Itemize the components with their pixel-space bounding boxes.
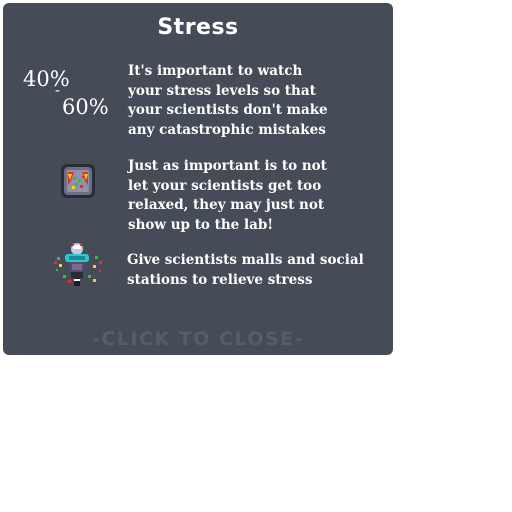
section-social-text: Give scientists malls and social station… (127, 252, 364, 288)
click-to-close-button[interactable]: -CLICK TO CLOSE- (3, 328, 393, 350)
stress-range-separator: - (55, 83, 61, 99)
relaxed-scientist-pod-icon (58, 161, 98, 201)
stress-info-dialog[interactable]: Stress 40% - 60% It's important to watch… (3, 3, 393, 355)
stress-low-percent: 40% (23, 67, 70, 91)
social-station-icon (51, 239, 107, 289)
stress-high-percent: 60% (62, 95, 109, 119)
section-stress-levels-text: It's important to watch your stress leve… (128, 63, 328, 138)
dialog-title: Stress (157, 15, 239, 40)
section-relaxed-text: Just as important is to not let your sci… (128, 158, 327, 233)
